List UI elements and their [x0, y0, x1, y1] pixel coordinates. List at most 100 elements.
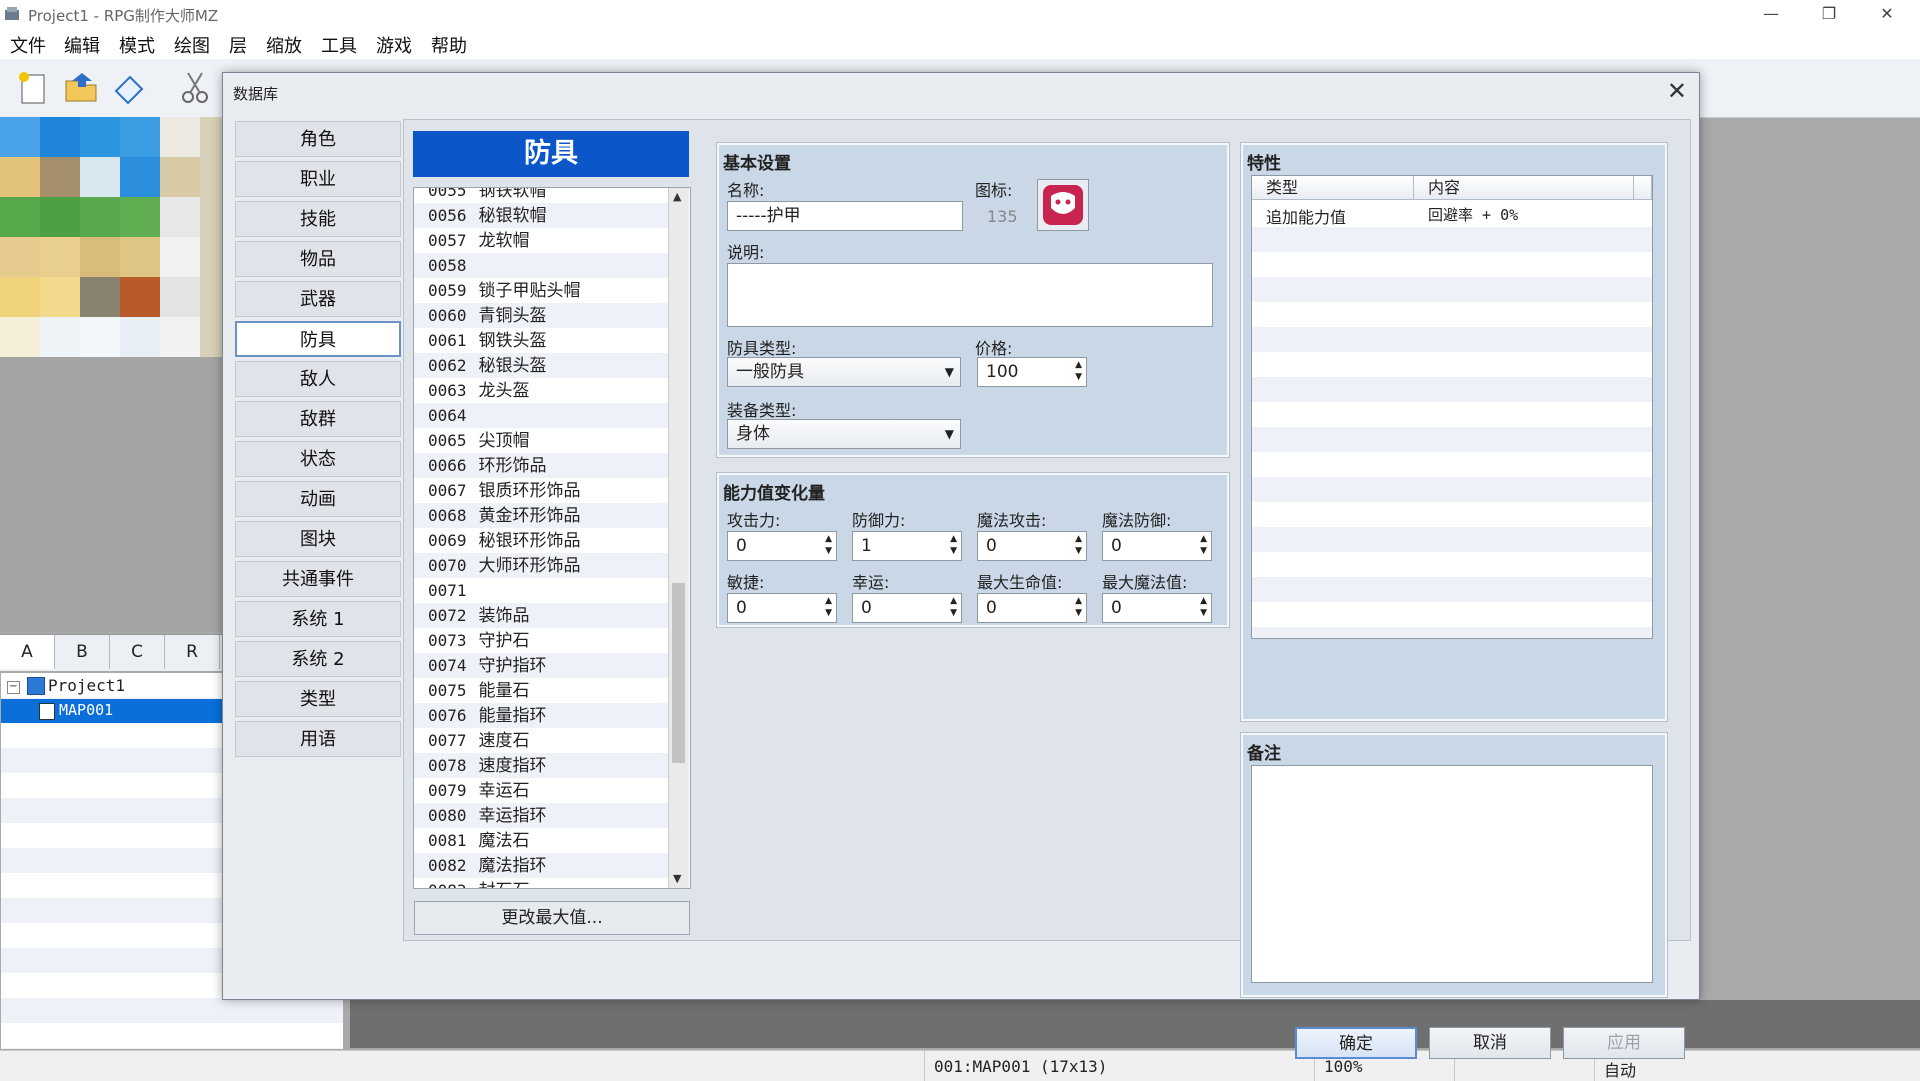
- ok-button[interactable]: 确定: [1295, 1027, 1417, 1059]
- menu-layer[interactable]: 层: [229, 32, 247, 58]
- tile[interactable]: [160, 117, 200, 157]
- menu-zoom[interactable]: 缩放: [266, 32, 302, 58]
- spin-up-icon[interactable]: ▲: [950, 533, 957, 545]
- tile[interactable]: [0, 277, 40, 317]
- tile[interactable]: [160, 157, 200, 197]
- equip-type-select[interactable]: 身体 ▼: [727, 419, 961, 449]
- param-atk-stepper[interactable]: 0 ▲ ▼: [727, 531, 837, 561]
- category-troops[interactable]: 敌群: [235, 401, 401, 437]
- list-item[interactable]: 0077 速度石: [414, 728, 668, 753]
- scroll-down-icon[interactable]: ▼: [673, 872, 681, 885]
- tile[interactable]: [40, 317, 80, 357]
- price-stepper[interactable]: 100 ▲ ▼: [977, 357, 1087, 387]
- menu-mode[interactable]: 模式: [119, 32, 155, 58]
- collapse-icon[interactable]: −: [7, 681, 20, 694]
- tile[interactable]: [40, 197, 80, 237]
- note-field[interactable]: [1251, 765, 1653, 983]
- list-item[interactable]: 0069 秘银环形饰品: [414, 528, 668, 553]
- category-system-1[interactable]: 系统 1: [235, 601, 401, 637]
- param-def-stepper[interactable]: 1 ▲ ▼: [852, 531, 962, 561]
- list-item[interactable]: 0068 黄金环形饰品: [414, 503, 668, 528]
- list-item[interactable]: 0081 魔法石: [414, 828, 668, 853]
- list-item[interactable]: 0080 幸运指环: [414, 803, 668, 828]
- minimize-button[interactable]: —: [1742, 0, 1800, 29]
- tile[interactable]: [0, 317, 40, 357]
- traits-table[interactable]: 类型 内容 追加能力值 回避率 + 0%: [1251, 175, 1653, 639]
- menu-draw[interactable]: 绘图: [174, 32, 210, 58]
- tile[interactable]: [0, 157, 40, 197]
- tile[interactable]: [80, 117, 120, 157]
- tile[interactable]: [40, 157, 80, 197]
- spin-up-icon[interactable]: ▲: [825, 533, 832, 545]
- list-item[interactable]: 0065 尖顶帽: [414, 428, 668, 453]
- tile[interactable]: [40, 237, 80, 277]
- list-item[interactable]: 0078 速度指环: [414, 753, 668, 778]
- restore-button[interactable]: ❐: [1800, 0, 1858, 29]
- param-agi-stepper[interactable]: 0 ▲ ▼: [727, 593, 837, 623]
- spin-up-icon[interactable]: ▲: [1075, 595, 1082, 607]
- list-item[interactable]: 0074 守护指环: [414, 653, 668, 678]
- list-item[interactable]: 0076 能量指环: [414, 703, 668, 728]
- param-mmp-stepper[interactable]: 0 ▲ ▼: [1102, 593, 1212, 623]
- spin-up-icon[interactable]: ▲: [1075, 533, 1082, 545]
- tree-project-label[interactable]: Project1: [48, 676, 125, 695]
- icon-picker[interactable]: [1037, 179, 1089, 231]
- param-luk-stepper[interactable]: 0 ▲ ▼: [852, 593, 962, 623]
- category-skills[interactable]: 技能: [235, 201, 401, 237]
- category-animations[interactable]: 动画: [235, 481, 401, 517]
- tile[interactable]: [0, 237, 40, 277]
- tab-tile-c[interactable]: C: [110, 635, 165, 669]
- list-item[interactable]: 0067 银质环形饰品: [414, 478, 668, 503]
- tile[interactable]: [160, 237, 200, 277]
- category-weapons[interactable]: 武器: [235, 281, 401, 317]
- tile[interactable]: [160, 277, 200, 317]
- category-items[interactable]: 物品: [235, 241, 401, 277]
- armor-list[interactable]: 0055 钢铁软帽 0056 秘银软帽 0057 龙软帽 0058 0059 锁子甲贴头帽 006…: [413, 187, 691, 889]
- close-window-button[interactable]: ✕: [1858, 0, 1916, 29]
- cut-icon[interactable]: [176, 69, 214, 107]
- menu-edit[interactable]: 编辑: [64, 32, 100, 58]
- spin-up-icon[interactable]: ▲: [950, 595, 957, 607]
- spin-down-icon[interactable]: ▼: [1075, 545, 1082, 557]
- tile[interactable]: [80, 277, 120, 317]
- tab-tile-b[interactable]: B: [55, 635, 110, 669]
- list-item[interactable]: 0079 幸运石: [414, 778, 668, 803]
- tile[interactable]: [160, 317, 200, 357]
- change-max-button[interactable]: 更改最大值...: [414, 901, 690, 935]
- spin-down-icon[interactable]: ▼: [1200, 607, 1207, 619]
- tab-tile-r[interactable]: R: [165, 635, 220, 669]
- list-item[interactable]: 0066 环形饰品: [414, 453, 668, 478]
- scroll-up-icon[interactable]: ▲: [673, 190, 681, 203]
- tile[interactable]: [120, 277, 160, 317]
- list-item[interactable]: 0063 龙头盔: [414, 378, 668, 403]
- list-item[interactable]: 0057 龙软帽: [414, 228, 668, 253]
- tile[interactable]: [120, 157, 160, 197]
- tile[interactable]: [40, 117, 80, 157]
- menu-tools[interactable]: 工具: [321, 32, 357, 58]
- list-item[interactable]: 0056 秘银软帽: [414, 203, 668, 228]
- tile[interactable]: [120, 237, 160, 277]
- save-project-icon[interactable]: [110, 69, 148, 107]
- tab-tile-a[interactable]: A: [0, 635, 55, 669]
- list-item[interactable]: 0082 魔法指环: [414, 853, 668, 878]
- spin-down-icon[interactable]: ▼: [950, 607, 957, 619]
- spin-down-icon[interactable]: ▼: [825, 545, 832, 557]
- category-enemies[interactable]: 敌人: [235, 361, 401, 397]
- menu-file[interactable]: 文件: [10, 32, 46, 58]
- new-project-icon[interactable]: [14, 69, 52, 107]
- spin-down-icon[interactable]: ▼: [1075, 607, 1082, 619]
- list-item[interactable]: 0083 封石石: [414, 878, 668, 888]
- list-item[interactable]: 0064: [414, 403, 668, 428]
- list-item[interactable]: 0075 能量石: [414, 678, 668, 703]
- menu-help[interactable]: 帮助: [431, 32, 467, 58]
- spin-down-icon[interactable]: ▼: [950, 545, 957, 557]
- list-item[interactable]: 0059 锁子甲贴头帽: [414, 278, 668, 303]
- tile[interactable]: [80, 157, 120, 197]
- tile[interactable]: [120, 117, 160, 157]
- list-item[interactable]: 0058: [414, 253, 668, 278]
- apply-button[interactable]: 应用: [1563, 1027, 1685, 1059]
- spin-up-icon[interactable]: ▲: [1200, 533, 1207, 545]
- category-tilesets[interactable]: 图块: [235, 521, 401, 557]
- spin-down-icon[interactable]: ▼: [1075, 371, 1082, 383]
- scroll-thumb[interactable]: [672, 583, 685, 763]
